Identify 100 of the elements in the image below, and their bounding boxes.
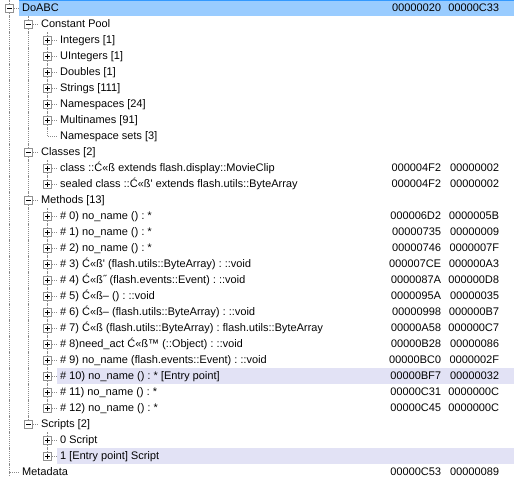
tree-row[interactable]: Metadata 00000C53 00000089 — [19, 464, 514, 477]
node-label: # 12) no_name () : * — [59, 402, 159, 414]
tree-row[interactable]: 0 Script — [57, 432, 514, 448]
node-label: # 0) no_name () : * — [59, 210, 153, 222]
node-label: Methods [13] — [40, 194, 106, 206]
tree-row[interactable]: Namespace sets [3] — [57, 128, 514, 144]
offset-value: 000004F2 — [390, 178, 441, 190]
tree-row[interactable]: Classes [2] — [38, 144, 514, 160]
plus-icon[interactable] — [43, 372, 52, 381]
node-label: # 10) no_name () : * [Entry point] — [59, 370, 221, 382]
tree-row[interactable]: Constant Pool — [38, 16, 514, 32]
node-label: # 11) no_name () : * — [59, 386, 158, 398]
plus-icon[interactable] — [43, 308, 52, 317]
minus-icon[interactable] — [24, 20, 33, 29]
plus-icon[interactable] — [43, 452, 52, 461]
node-label: Strings [111] — [59, 82, 122, 94]
plus-icon[interactable] — [43, 164, 52, 173]
offset-value: 00000BC0 — [388, 354, 441, 366]
node-label: Namespaces [24] — [59, 98, 147, 110]
tree-row[interactable]: # 1) no_name () : * 00000735 00000009 — [57, 224, 514, 240]
plus-icon[interactable] — [43, 52, 52, 61]
node-label: Multinames [91] — [59, 114, 139, 126]
tree-row[interactable]: # 12) no_name () : * 00000C45 0000000C — [57, 400, 514, 416]
plus-icon[interactable] — [43, 404, 52, 413]
minus-icon[interactable] — [24, 148, 33, 157]
node-label: UIntegers [1] — [59, 50, 124, 62]
offset-value: 00000B28 — [390, 338, 441, 350]
minus-icon[interactable] — [24, 420, 33, 429]
offset-value: 00000735 — [391, 226, 441, 238]
length-value: 0000002F — [448, 354, 499, 366]
offset-value: 00000A58 — [390, 322, 441, 334]
tree-row[interactable]: # 5) Ć«ß– () : ::void 0000095A 00000035 — [57, 288, 514, 304]
plus-icon[interactable] — [43, 340, 52, 349]
tree-row[interactable]: # 4) Ć«ß˝ (flash.events::Event) : ::void 0000087A 000000D8 — [57, 272, 514, 288]
tree-row[interactable]: Doubles [1] — [57, 64, 514, 80]
node-label: # 4) Ć«ß˝ (flash.events::Event) : ::void — [59, 274, 246, 286]
node-label: DoABC — [21, 2, 60, 14]
offset-value: 0000095A — [390, 290, 441, 302]
plus-icon[interactable] — [43, 228, 52, 237]
tree-row[interactable]: Multinames [91] — [57, 112, 514, 128]
plus-icon[interactable] — [43, 36, 52, 45]
tree-row[interactable]: # 0) no_name () : * 000006D2 0000005B — [57, 208, 514, 224]
node-label: sealed class ::Ć«ß' extends flash.utils::ByteArray — [59, 178, 298, 190]
offset-value: 00000BF7 — [389, 370, 441, 382]
tree-row[interactable]: DoABC 00000020 00000C33 — [19, 0, 514, 16]
tree-row[interactable]: class ::Ć«ß extends flash.display::MovieClip 000004F2 00000002 — [57, 160, 514, 176]
plus-icon[interactable] — [43, 356, 52, 365]
node-label: Scripts [2] — [40, 418, 91, 430]
offset-value: 00000746 — [391, 242, 441, 254]
tree-row[interactable]: # 10) no_name () : * [Entry point] 00000BF7 00000032 — [57, 368, 514, 384]
plus-icon[interactable] — [43, 84, 52, 93]
tree-row[interactable]: Methods [13] — [38, 192, 514, 208]
plus-icon[interactable] — [43, 292, 52, 301]
tree-row[interactable]: # 8)need_act Ć«ß™ (::Object) : ::void 00000B28 00000086 — [57, 336, 514, 352]
offset-value: 00000998 — [391, 306, 441, 318]
node-label: Metadata — [21, 466, 69, 477]
plus-icon[interactable] — [43, 100, 52, 109]
length-value: 00000032 — [449, 370, 499, 382]
offset-value: 00000C31 — [389, 386, 441, 398]
length-value: 000000D8 — [447, 274, 499, 286]
tree-row[interactable]: # 11) no_name () : * 00000C31 0000000C — [57, 384, 514, 400]
length-value: 00000C33 — [447, 2, 499, 14]
tree-row[interactable]: UIntegers [1] — [57, 48, 514, 64]
offset-value: 0000087A — [390, 274, 441, 286]
plus-icon[interactable] — [43, 260, 52, 269]
plus-icon[interactable] — [43, 212, 52, 221]
node-label: Namespace sets [3] — [59, 130, 158, 142]
tree-row[interactable]: Namespaces [24] — [57, 96, 514, 112]
tree-row[interactable]: Scripts [2] — [38, 416, 514, 432]
node-label: 1 [Entry point] Script — [59, 450, 160, 462]
minus-icon[interactable] — [24, 196, 33, 205]
node-label: # 6) Ć«ß– (flash.utils::ByteArray) : ::void — [59, 306, 256, 318]
node-label: Constant Pool — [40, 18, 112, 30]
offset-value: 000004F2 — [390, 162, 441, 174]
node-label: # 3) Ć«ß' (flash.utils::ByteArray) : ::void — [59, 258, 252, 270]
plus-icon[interactable] — [43, 436, 52, 445]
tree-row[interactable]: # 6) Ć«ß– (flash.utils::ByteArray) : ::void 00000998 000000B7 — [57, 304, 514, 320]
tree-row[interactable]: # 9) no_name (flash.events::Event) : ::void 00000BC0 0000002F — [57, 352, 514, 368]
tree-row[interactable]: sealed class ::Ć«ß' extends flash.utils::ByteArray 000004F2 00000002 — [57, 176, 514, 192]
plus-icon[interactable] — [43, 244, 52, 253]
tree-row[interactable]: # 2) no_name () : * 00000746 0000007F — [57, 240, 514, 256]
plus-icon[interactable] — [43, 68, 52, 77]
plus-icon[interactable] — [43, 388, 52, 397]
node-label: class ::Ć«ß extends flash.display::MovieClip — [59, 162, 276, 174]
tree-row[interactable]: # 3) Ć«ß' (flash.utils::ByteArray) : ::void 000007CE 000000A3 — [57, 256, 514, 272]
plus-icon[interactable] — [43, 324, 52, 333]
tree-row[interactable]: Strings [111] — [57, 80, 514, 96]
node-label: Integers [1] — [59, 34, 116, 46]
node-label: # 1) no_name () : * — [59, 226, 153, 238]
offset-value: 000007CE — [388, 258, 441, 270]
tree-row[interactable]: 1 [Entry point] Script — [57, 448, 514, 464]
offset-value: 00000C45 — [389, 402, 441, 414]
tree-row[interactable]: Integers [1] — [57, 32, 514, 48]
length-value: 00000086 — [449, 338, 499, 350]
plus-icon[interactable] — [43, 276, 52, 285]
length-value: 0000005B — [448, 210, 499, 222]
plus-icon[interactable] — [43, 116, 52, 125]
minus-icon[interactable] — [5, 4, 14, 13]
tree-row[interactable]: # 7) Ć«ß (flash.utils::ByteArray) : flash.utils::ByteArray 00000A58 000000C7 — [57, 320, 514, 336]
plus-icon[interactable] — [43, 180, 52, 189]
